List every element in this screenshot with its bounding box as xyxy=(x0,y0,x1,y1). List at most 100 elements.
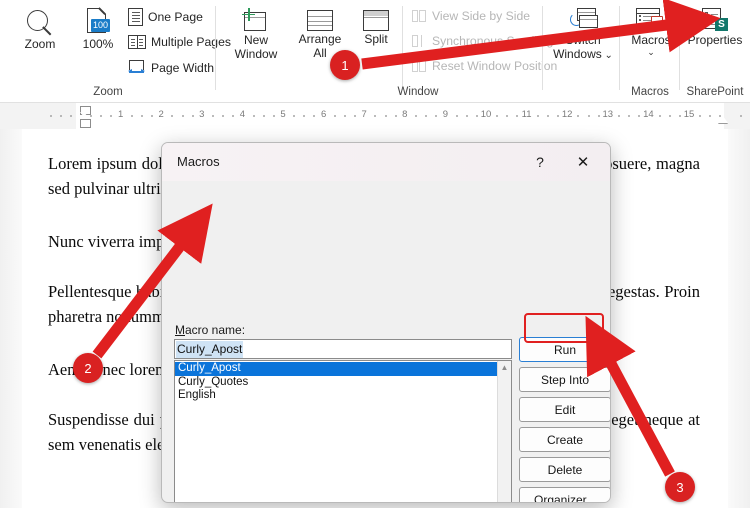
synchronous-scrolling-label: Synchronous Scrolling xyxy=(432,34,553,48)
ruler-number: 1 xyxy=(118,109,123,120)
macro-list-scrollbar[interactable]: ▲ ▼ xyxy=(497,361,511,503)
reset-window-position-button[interactable]: Reset Window Position xyxy=(412,59,557,73)
side-by-side-icon xyxy=(412,10,427,23)
switch-windows-label-1: Switch xyxy=(565,33,600,47)
ruler-tick xyxy=(182,115,184,117)
ruler-tick xyxy=(253,115,255,117)
step-into-button[interactable]: Step Into xyxy=(519,367,611,392)
new-window-label-1: New xyxy=(244,33,268,47)
macro-name-value: Curly_Apost xyxy=(176,341,243,358)
ruler-tick xyxy=(60,115,62,117)
left-indent-marker[interactable] xyxy=(80,119,91,128)
arrange-all-label-2: All xyxy=(313,46,326,60)
one-page-button[interactable]: One Page xyxy=(128,8,203,26)
hanging-indent-marker[interactable] xyxy=(80,112,88,117)
ruler-number: 8 xyxy=(402,109,407,120)
ribbon-group-zoom: Zoom 100 100% One Page xyxy=(0,0,216,102)
ruler-tick xyxy=(344,115,346,117)
macro-list-item[interactable]: Curly_Quotes xyxy=(175,376,497,390)
properties-icon: S xyxy=(701,8,729,32)
dialog-title: Macros xyxy=(177,154,220,169)
chevron-down-icon[interactable]: ⌄ xyxy=(647,49,655,56)
page-width-button[interactable]: Page Width xyxy=(128,60,214,76)
view-side-by-side-button[interactable]: View Side by Side xyxy=(412,9,530,23)
ruler-tick xyxy=(537,115,539,117)
ruler-tick xyxy=(334,115,336,117)
synchronous-scrolling-button[interactable]: Synchronous Scrolling xyxy=(412,34,553,48)
right-indent-marker[interactable] xyxy=(718,116,728,123)
macro-list-item[interactable]: Curly_Apost xyxy=(175,362,497,376)
ruler-tick xyxy=(456,115,458,117)
ribbon-group-sharepoint: S Properties SharePoint xyxy=(680,0,750,102)
organizer-button[interactable]: Organizer... xyxy=(519,487,611,503)
zoom-button[interactable]: Zoom xyxy=(10,10,70,52)
ruler-number: 2 xyxy=(159,109,164,120)
create-button[interactable]: Create xyxy=(519,427,611,452)
ruler-number: 12 xyxy=(562,109,573,120)
switch-windows-label-2: Windows xyxy=(553,47,602,61)
ruler-tick xyxy=(273,115,275,117)
ruler-tick xyxy=(740,115,742,117)
reset-window-position-label: Reset Window Position xyxy=(432,59,557,73)
ruler-tick xyxy=(70,115,72,117)
delete-button[interactable]: Delete xyxy=(519,457,611,482)
create-button-label: Create xyxy=(547,433,583,447)
ruler-tick xyxy=(131,115,133,117)
run-button[interactable]: Run xyxy=(519,337,611,362)
macro-name-input[interactable]: Curly_Apost xyxy=(174,339,512,359)
switch-windows-button[interactable]: Switch Windows ⌄ xyxy=(549,8,617,61)
arrange-all-icon xyxy=(307,10,333,31)
edit-button[interactable]: Edit xyxy=(519,397,611,422)
new-window-button[interactable]: New Window xyxy=(227,8,285,61)
ruler-number: 15 xyxy=(684,109,695,120)
ruler-tick xyxy=(588,115,590,117)
dialog-title-bar: Macros ? ✕ xyxy=(162,143,610,181)
word-zoom-ribbon-macros-screen: Zoom 100 100% One Page xyxy=(0,0,750,508)
zoom-100-label: 100% xyxy=(83,38,114,52)
ruler-number: 13 xyxy=(603,109,614,120)
one-page-icon xyxy=(128,8,143,26)
ribbon-group-window: New Window Arrange All Split xyxy=(216,0,620,102)
zoom-100-badge: 100 xyxy=(91,19,110,32)
macro-list[interactable]: Curly_ApostCurly_QuotesEnglish ▲ ▼ xyxy=(174,360,512,503)
ruler-number: 6 xyxy=(321,109,326,120)
scroll-up-arrow-icon[interactable]: ▲ xyxy=(498,361,511,374)
ruler-tick xyxy=(466,115,468,117)
step-marker-2: 2 xyxy=(73,353,103,383)
ruler-tick xyxy=(476,115,478,117)
sharepoint-badge: S xyxy=(715,18,728,31)
page-width-label: Page Width xyxy=(151,61,214,75)
ruler-number: 4 xyxy=(240,109,245,120)
run-button-label: Run xyxy=(554,343,576,357)
ribbon-group-label-zoom: Zoom xyxy=(0,86,216,98)
horizontal-ruler[interactable]: 123456789101112131415 xyxy=(0,103,750,130)
macro-list-item[interactable]: English xyxy=(175,389,497,403)
zoom-100-button[interactable]: 100 100% xyxy=(72,8,124,52)
view-side-by-side-label: View Side by Side xyxy=(432,9,530,23)
macros-button-label: Macros xyxy=(631,34,670,48)
macro-name-label-rest: acro name: xyxy=(185,323,245,337)
ruler-tick xyxy=(212,115,214,117)
zoom-button-label: Zoom xyxy=(25,38,56,52)
ruler-tick xyxy=(50,115,52,117)
macro-name-label: Macro name: xyxy=(175,323,245,337)
switch-windows-icon xyxy=(568,8,598,32)
macros-button[interactable]: Macros ⌄ xyxy=(625,8,677,56)
properties-button[interactable]: S Properties xyxy=(681,8,749,48)
ruler-number: 7 xyxy=(362,109,367,120)
magnifier-icon xyxy=(27,10,53,36)
step-into-button-label: Step Into xyxy=(541,373,589,387)
one-page-label: One Page xyxy=(148,10,203,24)
arrange-all-label-1: Arrange xyxy=(299,32,342,46)
close-icon[interactable]: ✕ xyxy=(570,151,596,173)
help-question-icon[interactable]: ? xyxy=(528,151,552,173)
ruler-tick xyxy=(659,115,661,117)
ribbon-group-label-window: Window xyxy=(216,86,620,98)
split-button[interactable]: Split xyxy=(355,10,397,47)
ribbon-group-macros: Macros ⌄ Macros xyxy=(620,0,680,102)
split-icon xyxy=(363,10,389,31)
ribbon: Zoom 100 100% One Page xyxy=(0,0,750,103)
edit-button-label: Edit xyxy=(555,403,576,417)
ribbon-group-label-sharepoint: SharePoint xyxy=(680,86,750,98)
ruler-tick xyxy=(679,115,681,117)
